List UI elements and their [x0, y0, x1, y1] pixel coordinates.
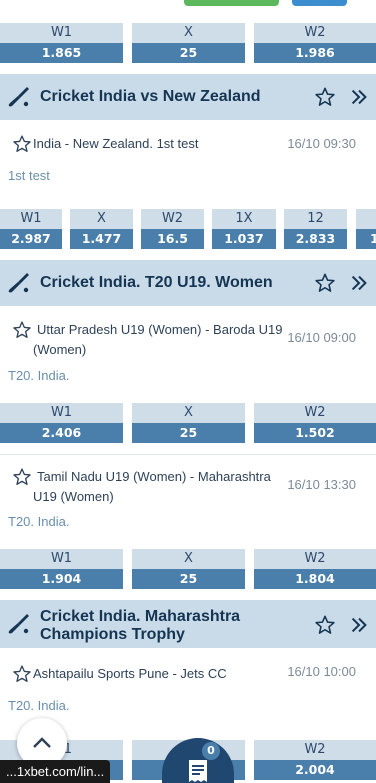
odds-cell-w1[interactable]: W1 2.406 [0, 403, 123, 443]
cricket-bat-icon [8, 273, 29, 293]
odds-cell-12[interactable]: 12 2.833 [284, 209, 347, 249]
league-header-india-vs-new-zealand[interactable]: Cricket India vs New Zealand [0, 74, 376, 120]
cricket-bat-icon [8, 614, 29, 634]
chevron-up-icon [33, 737, 51, 748]
match-time: 16/10 10:00 [287, 664, 356, 679]
odds-value: 2.004 [254, 760, 376, 780]
league-title: Cricket India. Maharashtra Champions Tro… [40, 608, 240, 644]
match-time: 16/10 09:30 [287, 136, 356, 151]
odds-cell-w1[interactable]: W1 1.904 [0, 549, 123, 589]
favorite-star-icon[interactable] [12, 134, 32, 154]
odds-label: X [184, 551, 193, 566]
odds-value: 2.987 [0, 229, 62, 249]
odds-value: 2.833 [284, 229, 347, 249]
odds-value: 25 [132, 569, 245, 589]
favorite-star-icon[interactable] [314, 272, 336, 294]
league-title-line1: Cricket India. Maharashtra [40, 608, 241, 625]
match-title[interactable]: India - New Zealand. 1st test [33, 134, 198, 154]
favorite-star-icon[interactable] [12, 664, 32, 684]
odds-cell-x[interactable]: X 25 [132, 23, 245, 63]
odds-label: W2 [304, 25, 326, 40]
odds-label: W2 [304, 742, 326, 757]
league-title: Cricket India vs New Zealand [40, 88, 261, 105]
odds-value: 1.037 [212, 229, 276, 249]
odds-label: X [97, 211, 106, 226]
odds-value: 1.986 [254, 43, 376, 63]
odds-value: 1.477 [70, 229, 133, 249]
odds-cell-w2[interactable]: W2 1.502 [254, 403, 376, 443]
match-divider [0, 454, 376, 455]
top-blue-button[interactable] [292, 0, 347, 6]
match-subtitle: T20. India. [8, 368, 70, 383]
odds-cell-x[interactable]: X 25 [132, 403, 245, 443]
match-subtitle: T20. India. [8, 514, 70, 529]
cricket-bat-icon [8, 87, 29, 107]
match-time: 16/10 13:30 [287, 477, 356, 492]
top-green-button[interactable] [184, 0, 279, 6]
odds-cell-w2[interactable]: W2 1.986 [254, 23, 376, 63]
odds-value: 16.5 [141, 229, 204, 249]
match-subtitle: 1st test [8, 168, 50, 183]
odds-cell-w2[interactable]: W2 16.5 [141, 209, 204, 249]
double-chevron-right-icon[interactable] [348, 272, 370, 294]
double-chevron-right-icon[interactable] [348, 614, 370, 636]
odds-label: W2 [304, 405, 326, 420]
odds-label: X [184, 405, 193, 420]
match-title[interactable]: Uttar Pradesh U19 (Women) - Baroda U19 (… [33, 320, 282, 360]
odds-cell-partial[interactable]: 1 [356, 209, 376, 249]
odds-value: 1.865 [0, 43, 123, 63]
odds-cell-w1[interactable]: W1 1.865 [0, 23, 123, 63]
odds-cell-w1[interactable]: W1 2.987 [0, 209, 62, 249]
match-subtitle: T20. India. [8, 698, 70, 713]
bet-slip-icon [189, 760, 207, 782]
odds-label: W1 [50, 551, 73, 566]
match-title-line2: U19 (Women) [33, 489, 114, 504]
match-time: 16/10 09:00 [287, 330, 356, 345]
odds-value: 25 [132, 43, 245, 63]
odds-label: W1 [50, 405, 73, 420]
odds-cell-x[interactable]: X 25 [132, 549, 245, 589]
odds-label: W2 [304, 551, 326, 566]
odds-label: 12 [307, 211, 324, 226]
match-title-line2: (Women) [33, 342, 87, 357]
odds-cell-1x[interactable]: 1X 1.037 [212, 209, 276, 249]
favorite-star-icon[interactable] [314, 86, 336, 108]
status-url: ...1xbet.com/lin... [0, 760, 111, 783]
match-title[interactable]: Ashtapailu Sports Pune - Jets CC [33, 664, 227, 684]
match-title[interactable]: Tamil Nadu U19 (Women) - Maharashtra U19… [33, 467, 271, 507]
double-chevron-right-icon[interactable] [348, 86, 370, 108]
odds-value: 1.502 [254, 423, 376, 443]
odds-label: 1X [235, 211, 253, 226]
match-title-line1: Tamil Nadu U19 (Women) - Maharashtra [37, 469, 271, 484]
odds-cell-w2[interactable]: W2 1.804 [254, 549, 376, 589]
favorite-star-icon[interactable] [314, 614, 336, 636]
odds-label: X [184, 25, 193, 40]
odds-label [356, 209, 376, 229]
odds-label: W1 [50, 25, 73, 40]
favorite-star-icon[interactable] [12, 467, 32, 487]
league-header-t20-u19-women[interactable]: Cricket India. T20 U19. Women [0, 260, 376, 306]
league-title: Cricket India. T20 U19. Women [40, 274, 273, 291]
league-title-line2: Champions Trophy [40, 626, 185, 643]
odds-value: 1.804 [254, 569, 376, 589]
odds-cell-x[interactable]: X 1.477 [70, 209, 133, 249]
odds-value: 1.904 [0, 569, 123, 589]
odds-value: 2.406 [0, 423, 123, 443]
bet-slip-count-badge: 0 [202, 742, 220, 760]
match-title-line1: Uttar Pradesh U19 (Women) - Baroda U19 [37, 322, 283, 337]
odds-label: W2 [161, 211, 184, 226]
odds-cell-w2[interactable]: W2 2.004 [254, 740, 376, 780]
favorite-star-icon[interactable] [12, 320, 32, 340]
league-header-maharashtra-champions-trophy[interactable]: Cricket India. Maharashtra Champions Tro… [0, 600, 376, 648]
odds-label: W1 [20, 211, 42, 226]
odds-value: 25 [132, 423, 245, 443]
odds-value: 1 [356, 229, 376, 249]
